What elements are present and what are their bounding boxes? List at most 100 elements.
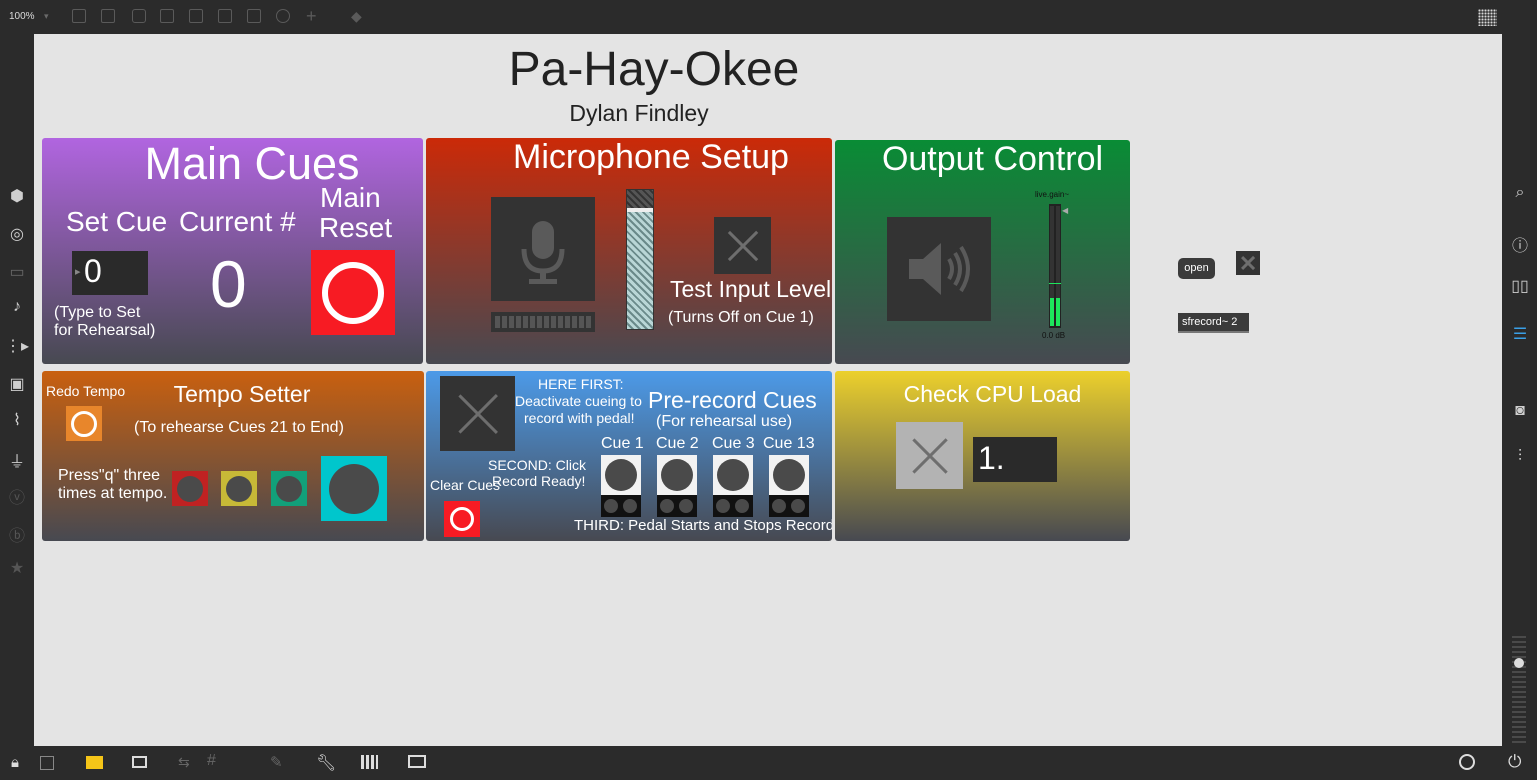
master-volume-slider[interactable] — [1512, 636, 1526, 744]
cue-13-state-indicators — [769, 495, 809, 517]
set-cue-number-box[interactable]: ▸ 0 — [72, 251, 148, 295]
main-reset-button[interactable] — [311, 250, 395, 335]
button-icon[interactable] — [189, 9, 203, 23]
image-icon[interactable]: ▣ — [0, 374, 34, 394]
windows-icon[interactable] — [132, 756, 147, 768]
zoom-level[interactable]: 100% — [9, 11, 35, 22]
dial-icon[interactable] — [276, 9, 290, 23]
input-level-meter — [491, 312, 595, 332]
cue-label-1: Cue 1 — [601, 435, 644, 452]
triangle-icon: ▸ — [75, 266, 81, 278]
clear-ring-icon — [450, 507, 474, 531]
slider-icon[interactable] — [247, 9, 261, 23]
test-input-label: Test Input Level — [670, 276, 832, 302]
tempo-beat-2 — [221, 471, 257, 506]
comment-icon[interactable] — [132, 9, 146, 23]
input-gain-slider[interactable] — [626, 189, 654, 330]
comment-toggle-icon[interactable] — [86, 756, 103, 769]
package-icon[interactable]: ⬢ — [0, 186, 34, 206]
mixer-icon[interactable]: ⫶ — [1503, 448, 1537, 466]
second-step-1: SECOND: Click — [488, 457, 587, 473]
microphone-title: Microphone Setup — [513, 138, 789, 176]
volume-knob[interactable] — [1514, 658, 1524, 668]
music-note-icon[interactable]: ♪ — [0, 298, 34, 316]
right-sidebar: ⌕ ⓘ ▯▯ ☰ ◙ ⫶ — [1502, 34, 1537, 746]
cue-2-record-button[interactable] — [657, 455, 697, 495]
open-message-button[interactable]: open — [1178, 258, 1215, 279]
microphone-icon — [521, 221, 565, 284]
set-cue-label: Set Cue — [66, 206, 168, 237]
first-step-2: Deactivate cueing to — [515, 393, 642, 409]
v-icon[interactable]: ⓥ — [0, 484, 34, 508]
redo-ring-icon — [71, 411, 97, 437]
play-icon[interactable] — [1459, 754, 1475, 770]
chevron-down-icon[interactable]: ▾ — [44, 11, 49, 22]
piano-icon[interactable] — [361, 755, 378, 769]
tempo-panel: Redo Tempo Tempo Setter (To rehearse Cue… — [42, 371, 424, 541]
set-cue-value[interactable]: 0 — [84, 253, 102, 290]
left-sidebar: ⬢ ◎ ▭ ♪ ⋮▸ ▣ ⌇ ⏚ ⓥ ⓑ ★ — [0, 34, 34, 746]
page-title: Pa-Hay-Okee — [508, 43, 800, 96]
star-icon[interactable]: ★ — [0, 558, 34, 578]
clear-cues-button[interactable] — [444, 501, 480, 537]
camera-icon[interactable]: ◙ — [1503, 402, 1537, 420]
cue-1-record-button[interactable] — [601, 455, 641, 495]
cue-1-state-indicators — [601, 495, 641, 517]
reset-label-reset: Reset — [319, 212, 393, 243]
message-icon[interactable] — [101, 9, 115, 23]
tempo-hint-1: Press"q" three — [58, 467, 161, 484]
prerecord-panel: HERE FIRST: Deactivate cueing to record … — [426, 371, 832, 541]
current-cue-label: Current # — [179, 206, 296, 237]
output-gain-slider[interactable] — [1049, 204, 1061, 328]
cue-3-record-button[interactable] — [713, 455, 753, 495]
test-input-toggle[interactable] — [714, 217, 771, 274]
prerecord-subtitle: (For rehearsal use) — [656, 413, 793, 430]
output-title: Output Control — [881, 140, 1104, 178]
cue-13-record-button[interactable] — [769, 455, 809, 495]
power-icon[interactable]: ⏻ — [1508, 752, 1521, 772]
b-icon[interactable]: ⓑ — [0, 522, 34, 546]
gain-value: 0.0 dB — [1042, 331, 1066, 340]
first-step-1: HERE FIRST: — [538, 376, 624, 392]
grid-icon[interactable] — [1478, 9, 1497, 26]
screen-icon[interactable]: ▭ — [0, 262, 34, 282]
add-icon[interactable]: + — [306, 6, 317, 27]
tempo-title: Tempo Setter — [173, 381, 311, 407]
lock-icon[interactable]: 🔒︎ — [11, 754, 19, 771]
redo-tempo-label: Redo Tempo — [46, 383, 126, 399]
toggle-icon[interactable] — [160, 9, 174, 23]
paint-bucket-icon[interactable]: ◆ — [351, 8, 362, 25]
record-toggle[interactable] — [1236, 251, 1260, 275]
debug-icon[interactable]: ✎ — [270, 753, 283, 771]
info-icon[interactable]: ⓘ — [1503, 232, 1537, 256]
cpu-load-value: 1. — [973, 437, 1057, 482]
object-icon[interactable] — [72, 9, 86, 23]
mic-input-button[interactable] — [491, 197, 595, 301]
first-step-3: record with pedal! — [524, 410, 635, 426]
reset-ring-icon — [322, 262, 384, 324]
plug-icon[interactable]: ⏚ — [0, 448, 34, 472]
media-icon[interactable] — [218, 9, 232, 23]
sfrecord-object[interactable]: sfrecord~ 2 — [1178, 313, 1249, 333]
keyboard-icon[interactable] — [408, 755, 426, 768]
snap-icon[interactable]: ⇆ — [178, 754, 190, 771]
current-cue-value: 0 — [210, 247, 247, 321]
tempo-beat-1 — [172, 471, 208, 506]
redo-tempo-button[interactable] — [66, 406, 102, 441]
presentation-icon[interactable] — [40, 756, 54, 770]
bottom-toolbar: 🔒︎ ⇆ # ✎ 🔧︎ ⏻ — [0, 746, 1537, 780]
target-icon[interactable]: ◎ — [0, 224, 34, 244]
playlist-icon[interactable]: ⋮▸ — [0, 336, 34, 356]
deactivate-cueing-toggle[interactable] — [440, 376, 515, 451]
rehearsal-hint-1: (Type to Set — [54, 304, 141, 321]
paperclip-icon[interactable]: ⌇ — [0, 410, 34, 430]
grid-toggle-icon[interactable]: # — [207, 752, 216, 770]
book-icon[interactable]: ▯▯ — [1503, 276, 1537, 296]
search-icon[interactable]: ⌕ — [1503, 184, 1537, 202]
tempo-main-beat — [321, 456, 387, 521]
list-icon[interactable]: ☰ — [1503, 324, 1537, 344]
gain-slider-thumb[interactable] — [627, 208, 653, 212]
cpu-check-toggle[interactable] — [896, 422, 963, 489]
wrench-icon[interactable]: 🔧︎ — [316, 753, 336, 773]
audio-on-off-button[interactable] — [887, 217, 991, 321]
